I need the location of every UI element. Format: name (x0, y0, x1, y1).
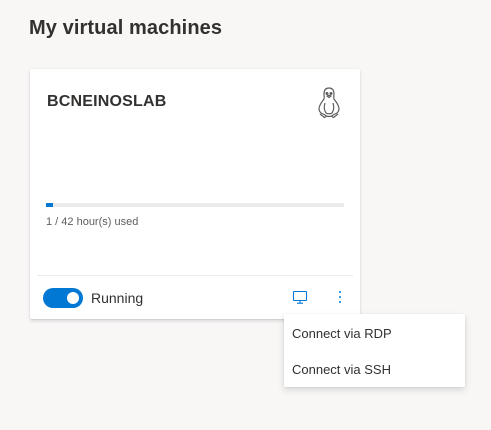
usage-text: 1 / 42 hour(s) used (46, 216, 139, 228)
more-vertical-icon (338, 290, 342, 309)
vm-card: BCNEINOSLAB 1 / 42 hour(s) used Running (30, 69, 360, 319)
toggle-knob (67, 292, 79, 304)
monitor-icon (292, 289, 308, 310)
usage-progress-fill (46, 203, 54, 207)
card-divider (37, 275, 353, 276)
menu-item-connect-rdp[interactable]: Connect via RDP (284, 316, 465, 352)
page: My virtual machines BCNEINOSLAB 1 / 42 h… (0, 0, 491, 430)
connect-button[interactable] (288, 287, 312, 311)
more-options-button[interactable] (328, 287, 352, 311)
page-title: My virtual machines (29, 17, 223, 39)
linux-tux-icon (316, 86, 342, 120)
vm-name: BCNEINOSLAB (47, 93, 167, 110)
context-menu: Connect via RDP Connect via SSH (284, 314, 465, 387)
menu-item-connect-ssh[interactable]: Connect via SSH (284, 352, 465, 388)
usage-progress-bar (46, 203, 344, 207)
vm-state-toggle[interactable] (43, 288, 83, 308)
vm-state-label: Running (91, 290, 144, 306)
